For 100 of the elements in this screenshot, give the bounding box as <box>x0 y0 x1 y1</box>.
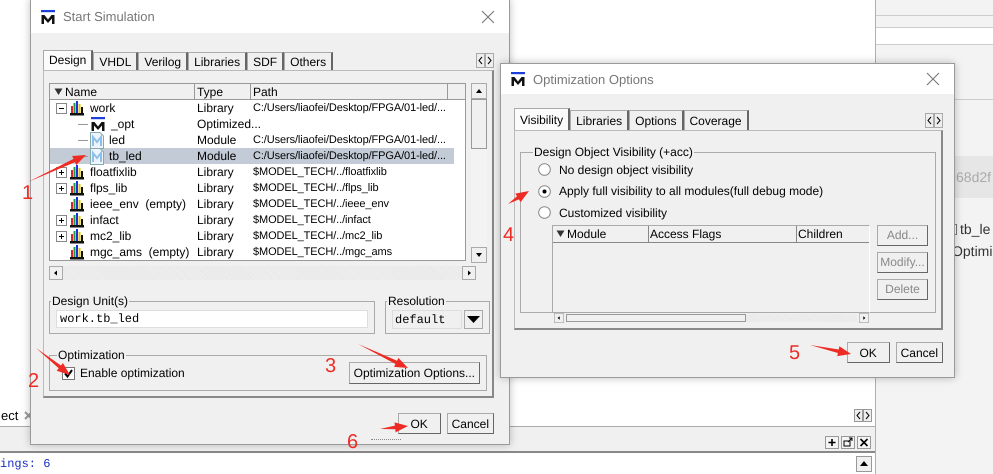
type-text: Optimized... <box>197 117 262 131</box>
tree-row[interactable]: mgc_ams (empty) Library $MODEL_TECH/../mgc_ams <box>50 244 454 260</box>
column-header[interactable]: Children <box>797 226 869 242</box>
file-name[interactable]: tb_le <box>960 221 990 237</box>
library-icon <box>69 180 85 196</box>
item-name: _opt <box>111 117 134 131</box>
path-text: C:/Users/liaofei/Desktop/FPGA/01-led/... <box>253 102 446 114</box>
scroll-left-icon[interactable] <box>552 312 566 322</box>
tab[interactable]: Others <box>284 52 334 70</box>
library-icon <box>69 228 85 244</box>
annotation-number: 2 <box>28 370 40 392</box>
tree-row[interactable]: floatfixlib Library $MODEL_TECH/../floatfixlib <box>50 164 454 180</box>
radio-button[interactable] <box>538 163 551 176</box>
library-icon <box>69 164 85 180</box>
undock-icon[interactable] <box>841 436 855 449</box>
tab[interactable]: SDF <box>247 52 284 70</box>
group-label: Design Object Visibility (+acc) <box>533 145 694 159</box>
annotation-number: 4 <box>503 224 514 246</box>
scroll-down-icon[interactable] <box>471 247 487 263</box>
path-text: $MODEL_TECH/../mc2_lib <box>253 230 382 242</box>
collapse-icon[interactable] <box>56 102 67 114</box>
annotation-arrow <box>380 422 408 432</box>
cancel-button[interactable]: Cancel <box>446 413 494 434</box>
tab-scroll-icon[interactable] <box>854 409 872 422</box>
tab[interactable]: Verilog <box>138 52 188 70</box>
type-text: Library <box>197 181 234 195</box>
ok-button[interactable]: OK <box>846 342 890 363</box>
type-text: Library <box>197 213 234 227</box>
ok-button[interactable]: OK <box>398 413 441 434</box>
annotation-arrow <box>28 155 86 182</box>
hash-text: 68d2f <box>956 169 992 185</box>
path-text: C:/Users/liaofei/Desktop/FPGA/01-led/... <box>253 134 446 146</box>
scroll-thumb[interactable] <box>471 99 487 149</box>
plus-icon[interactable] <box>825 436 839 449</box>
tab-scroll-icon[interactable] <box>476 53 494 68</box>
radio-button[interactable] <box>538 184 551 198</box>
tab[interactable]: Libraries <box>570 110 630 130</box>
scroll-up-icon[interactable] <box>856 456 872 472</box>
expand-icon[interactable] <box>56 182 67 194</box>
radio-label[interactable]: Customized visibility <box>559 206 668 220</box>
horizontal-scrollbar[interactable] <box>552 312 871 322</box>
expand-icon[interactable] <box>56 230 67 242</box>
library-icon <box>69 244 85 260</box>
item-name: mc2_lib <box>90 229 132 243</box>
type-text: Module <box>197 133 236 147</box>
tree-row[interactable]: flps_lib Library $MODEL_TECH/../flps_lib <box>50 180 454 196</box>
scroll-left-icon[interactable] <box>49 266 63 280</box>
item-name: ieee_env (empty) <box>90 197 186 211</box>
checkbox-label[interactable]: Enable optimization <box>80 366 185 380</box>
vertical-scrollbar[interactable] <box>471 83 487 263</box>
window-title: Optimization Options <box>533 72 655 86</box>
type-text: Module <box>197 149 236 163</box>
path-text: C:/Users/liaofei/Desktop/FPGA/01-led/... <box>253 150 446 162</box>
tree-row[interactable]: infact Library $MODEL_TECH/../infact <box>50 212 454 228</box>
scroll-right-icon[interactable] <box>462 266 476 280</box>
item-name: tb_led <box>109 149 142 163</box>
text-field[interactable]: work.tb_led <box>56 310 368 328</box>
tab[interactable]: VHDL <box>93 52 138 70</box>
annotation-arrow <box>358 344 408 368</box>
scroll-right-icon[interactable] <box>857 312 871 322</box>
path-text: $MODEL_TECH/../ieee_env <box>253 198 389 210</box>
radio-button[interactable] <box>538 206 551 220</box>
tree-row[interactable]: mc2_lib Library $MODEL_TECH/../mc2_lib <box>50 228 454 244</box>
expand-icon[interactable] <box>56 214 67 226</box>
tab[interactable]: Coverage <box>684 110 749 130</box>
tab[interactable]: Options <box>629 110 684 130</box>
tree-row[interactable]: tb_led Module C:/Users/liaofei/Desktop/FPGA/01-led/... <box>50 148 454 164</box>
column-header[interactable]: Name <box>50 84 195 99</box>
column-header[interactable]: Access Flags <box>649 226 797 242</box>
item-name: flps_lib <box>90 181 128 195</box>
project-tab[interactable]: ect <box>0 408 38 423</box>
dropdown-field[interactable]: default <box>392 310 462 329</box>
annotation-arrow <box>810 345 851 356</box>
scroll-up-icon[interactable] <box>471 83 487 99</box>
sort-icon[interactable] <box>556 229 565 238</box>
column-header[interactable]: Module <box>553 226 649 242</box>
tree-row[interactable]: work Library C:/Users/liaofei/Desktop/FPGA/01-led/... <box>50 100 454 116</box>
item-name: infact <box>90 213 119 227</box>
expand-icon[interactable] <box>56 166 67 178</box>
radio-label[interactable]: Apply full visibility to all modules(full debug mode) <box>559 184 824 198</box>
radio-label[interactable]: No design object visibility <box>559 162 694 177</box>
tab[interactable]: Libraries <box>188 52 248 70</box>
library-icon <box>69 196 85 212</box>
logo-icon <box>510 71 526 87</box>
tab-scroll-icon[interactable] <box>925 113 943 128</box>
sort-icon[interactable] <box>54 87 63 96</box>
annotation-number: 3 <box>325 355 336 377</box>
cancel-button[interactable]: Cancel <box>896 342 943 363</box>
tree-row[interactable]: _opt Optimized... <box>50 116 454 132</box>
scroll-thumb[interactable] <box>566 314 746 322</box>
column-header[interactable]: Type <box>195 84 251 99</box>
options-button[interactable]: Optimization Options... <box>348 362 480 384</box>
column-header[interactable]: Path <box>251 84 448 99</box>
annotation-arrow <box>508 191 529 204</box>
tree-row[interactable]: led Module C:/Users/liaofei/Desktop/FPGA/01-led/... <box>50 132 454 148</box>
tree-row[interactable]: ieee_env (empty) Library $MODEL_TECH/../ieee_env <box>50 196 454 212</box>
tab[interactable]: Design <box>43 50 94 70</box>
horizontal-scrollbar[interactable] <box>49 266 476 280</box>
tab[interactable]: Visibility <box>514 108 570 130</box>
close-icon[interactable] <box>857 436 871 449</box>
